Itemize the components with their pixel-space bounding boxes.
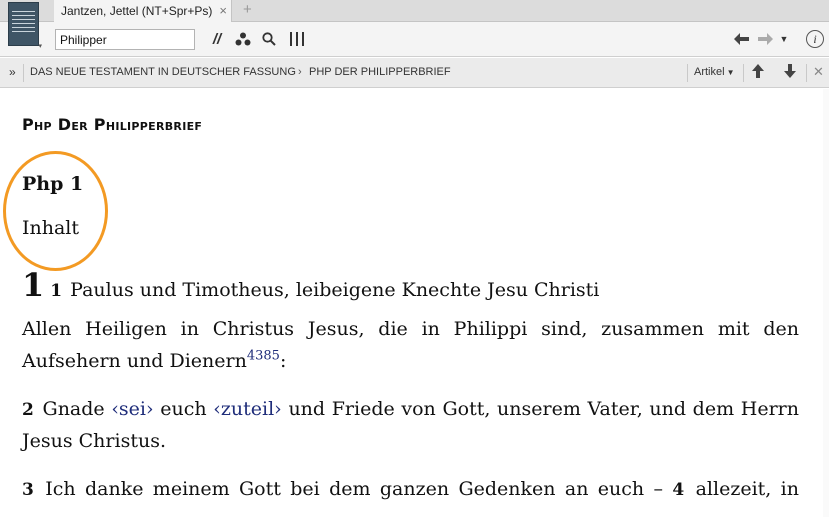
- verse-number[interactable]: 2: [22, 400, 34, 420]
- section-heading: Inhalt: [22, 217, 80, 239]
- parallel-resources-icon[interactable]: //: [209, 29, 225, 49]
- book-cover-icon[interactable]: ▾: [8, 2, 42, 50]
- cover-stripe: [12, 11, 35, 12]
- divider: [806, 64, 807, 82]
- book-title: Php Der Philipperbrief: [22, 115, 203, 134]
- verse-text: Ich danke meinem Gott bei dem ganzen Ged…: [45, 478, 673, 500]
- close-icon[interactable]: ×: [219, 3, 227, 18]
- verse-number[interactable]: 3: [22, 480, 34, 500]
- cover-stripe: [12, 23, 35, 24]
- cover-stripe: [12, 27, 35, 28]
- next-section-icon[interactable]: [784, 64, 796, 81]
- resource-content: Php Der Philipperbrief Php 1 Inhalt 11 P…: [0, 89, 829, 517]
- back-arrow-icon[interactable]: [733, 29, 749, 49]
- history-dropdown-icon[interactable]: ▼: [779, 29, 789, 49]
- chapter-number[interactable]: 1: [22, 266, 44, 304]
- verse-text: Paulus und Timotheus, leibeigene Knechte…: [70, 279, 600, 301]
- toolbar: // ▼ i: [0, 22, 829, 57]
- breadcrumb-item[interactable]: DAS NEUE TESTAMENT IN DEUTSCHER FASSUNG: [30, 66, 296, 78]
- verse-2-line: Jesus Christus.: [22, 430, 166, 452]
- visual-filter-icon[interactable]: [234, 29, 252, 49]
- close-panel-icon[interactable]: ✕: [813, 64, 824, 80]
- verse-1-line: Allen Heiligen in Christus Jesus, die in…: [22, 318, 799, 340]
- breadcrumb-item[interactable]: PHP DER PHILIPPERBRIEF: [309, 66, 451, 78]
- verse-1-line: 11 Paulus und Timotheus, leibeigene Knec…: [22, 269, 799, 307]
- breadcrumb-separator: ›: [298, 66, 302, 78]
- view-menu-label: Artikel: [694, 66, 725, 78]
- verse-text: allezeit, in: [695, 478, 799, 500]
- highlight-annotation: [3, 151, 108, 271]
- divider: [23, 64, 24, 82]
- columns-icon[interactable]: [288, 29, 306, 49]
- cover-stripe: [12, 15, 35, 16]
- translator-addition: ‹sei›: [111, 398, 154, 420]
- breadcrumb-bar: » DAS NEUE TESTAMENT IN DEUTSCHER FASSUN…: [0, 58, 829, 88]
- verse-text: euch: [153, 398, 214, 420]
- verse-text: Aufsehern und Dienern: [22, 350, 247, 372]
- cover-stripe: [12, 19, 35, 20]
- verse-text: :: [279, 350, 287, 372]
- search-icon[interactable]: [261, 29, 277, 49]
- verse-3-line: 3 Ich danke meinem Gott bei dem ganzen G…: [22, 473, 799, 506]
- verse-number[interactable]: 4: [672, 480, 684, 500]
- cover-menu-triangle-icon[interactable]: ▾: [38, 42, 42, 50]
- tab-resource[interactable]: Jantzen, Jettel (NT+Spr+Ps) ×: [54, 0, 232, 22]
- divider: [743, 64, 744, 82]
- verse-1-line: Aufsehern und Dienern4385:: [22, 345, 799, 377]
- chapter-heading: Php 1: [22, 173, 84, 195]
- tab-strip: Jantzen, Jettel (NT+Spr+Ps) × +: [0, 0, 829, 22]
- divider: [687, 64, 688, 82]
- forward-arrow-icon[interactable]: [757, 29, 773, 49]
- chevron-down-icon: ▼: [726, 68, 735, 77]
- verse-number[interactable]: 1: [50, 281, 62, 301]
- verse-2-line: 2 Gnade ‹sei› euch ‹zuteil› und Friede v…: [22, 393, 799, 426]
- verse-text: und Friede von Gott, unserem Vater, und …: [281, 398, 799, 420]
- previous-section-icon[interactable]: [752, 64, 764, 81]
- scrollbar[interactable]: [823, 89, 829, 517]
- reference-input[interactable]: [55, 29, 195, 50]
- tab-title: Jantzen, Jettel (NT+Spr+Ps): [61, 4, 213, 18]
- expand-icon[interactable]: »: [9, 65, 16, 79]
- add-tab-icon[interactable]: +: [243, 1, 252, 18]
- view-menu-button[interactable]: Artikel ▼: [694, 66, 734, 78]
- translator-addition: ‹zuteil›: [213, 398, 282, 420]
- verse-text: Gnade: [42, 398, 112, 420]
- footnote-link[interactable]: 4385: [247, 349, 280, 364]
- info-icon[interactable]: i: [806, 30, 824, 48]
- cover-stripe: [12, 31, 35, 32]
